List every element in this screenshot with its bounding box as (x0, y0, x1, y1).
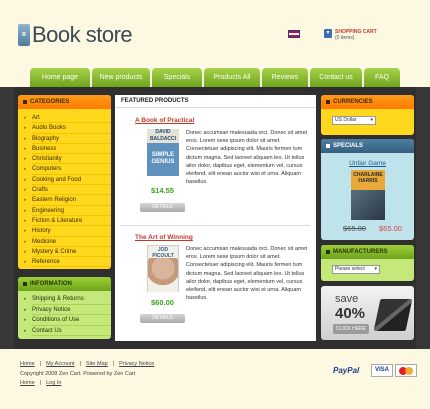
category-eastern-religion[interactable]: Eastern Religion (24, 195, 111, 206)
product-card: A Book of Practical DAVID BALDACCI SIMPL… (115, 117, 316, 217)
product-title[interactable]: A Book of Practical (135, 117, 194, 124)
laptop-icon (373, 299, 413, 331)
manufacturers-box: MANUFACTURERS Please select (321, 245, 414, 281)
category-art[interactable]: Art (24, 113, 111, 124)
category-medicine[interactable]: Medicine (24, 237, 111, 247)
click-here-button[interactable]: CLICK HERE (333, 324, 369, 334)
category-mystery[interactable]: Mystery & Crime (24, 247, 111, 257)
info-privacy[interactable]: Privacy Notice (24, 305, 111, 315)
footer-link-home-2[interactable]: Home (20, 380, 35, 386)
header: B Book store ▾ SHOPPING CART (0 items) (0, 0, 430, 66)
nav-products-all[interactable]: Products All (204, 68, 260, 87)
category-history[interactable]: History (24, 226, 111, 237)
details-button[interactable]: DETAILS (140, 203, 185, 212)
nav-specials[interactable]: Specials (152, 68, 202, 87)
details-button[interactable]: DETAILS (140, 314, 185, 323)
information-box: INFORMATION Shipping & Returns Privacy N… (18, 277, 111, 339)
cover-author: JOD PICOULT (152, 247, 174, 259)
product-price: $60.00 (151, 298, 174, 307)
category-computers[interactable]: Computers (24, 164, 111, 175)
mastercard-icon (395, 364, 417, 377)
currencies-box: CURRENCIES US Dollar (321, 95, 414, 135)
categories-title: CATEGORIES (18, 95, 111, 109)
nav-home[interactable]: Home page (30, 68, 90, 87)
nav-new-products[interactable]: New products (92, 68, 150, 87)
nav-reviews[interactable]: Reviews (262, 68, 308, 87)
category-reference[interactable]: Reference (24, 257, 111, 268)
specials-new-price: $65.00 (379, 224, 402, 233)
currencies-title: CURRENCIES (321, 95, 414, 109)
footer-link-my-account[interactable]: My Account (46, 361, 74, 367)
nav-contact-us[interactable]: Contact us (310, 68, 362, 87)
cart-count: (0 items) (335, 35, 355, 41)
information-list: Shipping & Returns Privacy Notice Condit… (18, 291, 111, 336)
specials-cover-image[interactable]: CHARLAINE HARRIS (351, 170, 385, 220)
promo-percent: 40% (335, 305, 366, 322)
cover-author: DAVID BALDACCI (147, 129, 179, 143)
main-nav: Home page New products Specials Products… (30, 68, 400, 87)
footer-link-login[interactable]: Log In (46, 380, 61, 386)
featured-products: FEATURED PRODUCTS A Book of Practical DA… (115, 95, 316, 341)
categories-box: CATEGORIES Art Audio Books Biography Bus… (18, 95, 111, 269)
footer: Home | My Account | Site Map | Privacy N… (0, 349, 430, 409)
manufacturers-title: MANUFACTURERS (321, 245, 414, 259)
category-crafts[interactable]: Crafts (24, 185, 111, 196)
category-christianity[interactable]: Christianity (24, 154, 111, 165)
category-audio-books[interactable]: Audio Books (24, 123, 111, 134)
category-biography[interactable]: Biography (24, 134, 111, 144)
logo[interactable]: B Book store (18, 22, 133, 48)
footer-links: Home | My Account | Site Map | Privacy N… (20, 361, 155, 367)
visa-logo: VISA (371, 364, 393, 377)
logo-book-icon: B (18, 24, 30, 46)
specials-product-name[interactable]: Unfair Game (321, 160, 414, 167)
manufacturer-select[interactable]: Please select (332, 265, 380, 274)
currency-select[interactable]: US Dollar (332, 116, 376, 125)
footer-link-privacy[interactable]: Privacy Notice (119, 361, 154, 367)
footer-link-home[interactable]: Home (20, 361, 35, 367)
product-price: $14.55 (151, 186, 174, 195)
save-promo-banner[interactable]: save 40% CLICK HERE (321, 286, 414, 340)
promo-save-label: save (335, 293, 359, 305)
payment-methods: PayPal VISA (333, 364, 417, 377)
info-shipping[interactable]: Shipping & Returns (24, 294, 111, 305)
info-conditions[interactable]: Conditions of Use (24, 315, 111, 326)
cover-title: SIMPLE GENIUS (147, 143, 179, 176)
copyright: Copyright 2008 Zen Cart. Powered by Zen … (20, 371, 136, 377)
featured-title: FEATURED PRODUCTS (115, 95, 316, 108)
product-card: The Art of Winning JOD PICOULT $60.00 DE… (115, 234, 316, 334)
specials-box: SPECIALS Unfair Game CHARLAINE HARRIS $6… (321, 139, 414, 240)
cover-art (351, 190, 385, 220)
cart-icon[interactable]: ▾ (324, 29, 332, 38)
shopping-cart[interactable]: ▾ SHOPPING CART (0 items) (324, 29, 377, 41)
product-cover-image[interactable]: DAVID BALDACCI SIMPLE GENIUS (147, 129, 179, 176)
footer-link-site-map[interactable]: Site Map (86, 361, 108, 367)
category-fiction[interactable]: Fiction & Literature (24, 216, 111, 227)
cover-author: CHARLAINE HARRIS (351, 170, 385, 190)
footer-links-secondary: Home | Log In (20, 380, 62, 386)
specials-title: SPECIALS (321, 139, 414, 153)
product-description: Donec accumsan malesuada orci. Donec sit… (186, 130, 308, 186)
product-title[interactable]: The Art of Winning (135, 234, 193, 241)
product-cover-image[interactable]: JOD PICOULT (147, 245, 179, 292)
logo-text: Book store (32, 22, 133, 47)
category-business[interactable]: Business (24, 144, 111, 154)
cover-art (148, 258, 178, 292)
uk-flag-icon[interactable] (288, 30, 300, 38)
category-cooking[interactable]: Cooking and Food (24, 175, 111, 185)
categories-list: Art Audio Books Biography Business Chris… (18, 109, 111, 268)
info-contact[interactable]: Contact Us (24, 326, 111, 336)
information-title: INFORMATION (18, 277, 111, 291)
product-description: Donec accumsan malesuada orci. Donec sit… (186, 246, 308, 302)
divider (121, 225, 310, 226)
category-engineering[interactable]: Engineering (24, 206, 111, 216)
paypal-logo: PayPal (333, 366, 360, 375)
specials-old-price: $65.00 (343, 224, 366, 233)
nav-faq[interactable]: FAQ (364, 68, 400, 87)
